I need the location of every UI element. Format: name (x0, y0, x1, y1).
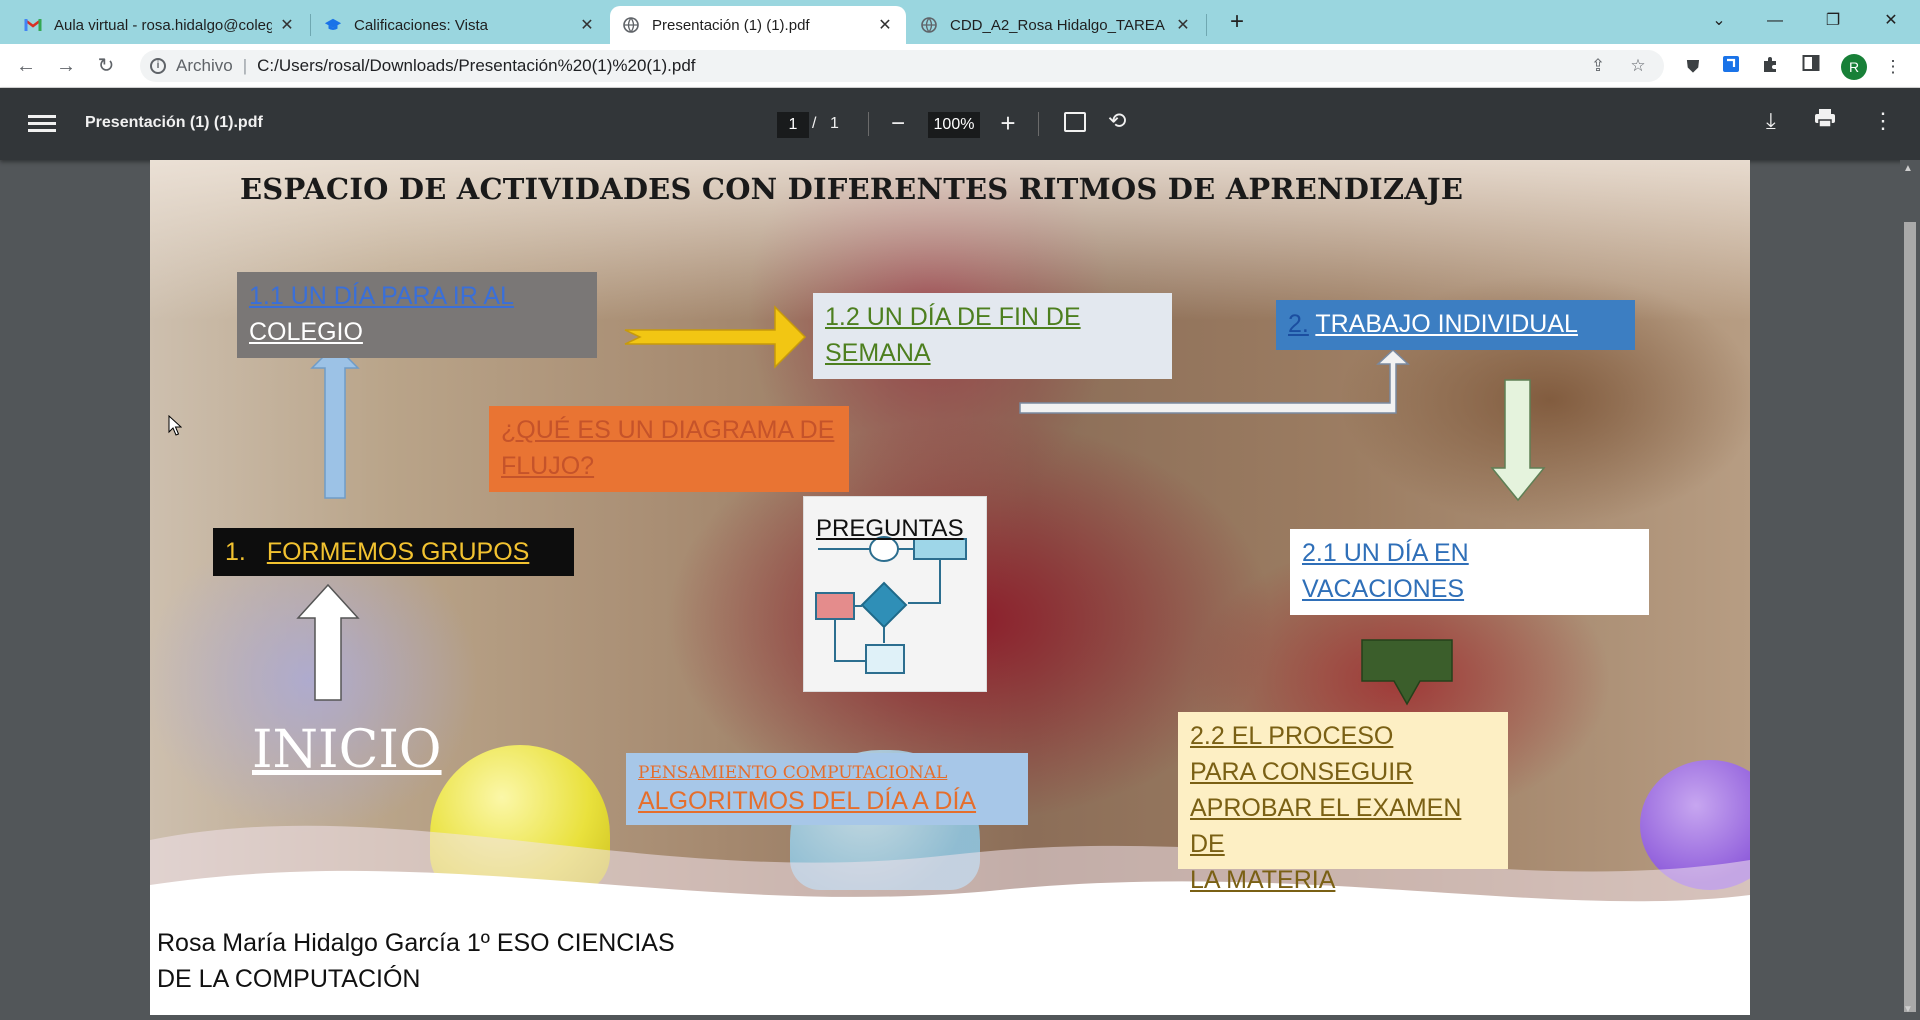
tab-calificaciones[interactable]: Calificaciones: Vista ✕ (312, 6, 608, 44)
link-pensamiento-computacional[interactable]: PENSAMIENTO COMPUTACIONAL (638, 759, 1016, 787)
link-diagrama-line1[interactable]: ¿QUÉ ES UN DIAGRAMA DE (501, 416, 834, 444)
page-number-input[interactable]: 1 (777, 112, 809, 138)
tab-strip: Aula virtual - rosa.hidalgo@coleg ✕ Cali… (0, 0, 1920, 44)
browser-menu-icon[interactable]: ⋮ (1880, 54, 1906, 80)
inicio-link[interactable]: INICIO (252, 720, 442, 780)
link-fin-semana-line1[interactable]: 1.2 UN DÍA DE FIN DE (825, 303, 1081, 331)
hamburger-menu-icon[interactable] (28, 112, 56, 136)
tab-label: Calificaciones: Vista (354, 16, 488, 34)
globe-icon (622, 16, 640, 34)
box-fin-de-semana[interactable]: 1.2 UN DÍA DE FIN DE SEMANA (813, 293, 1172, 379)
scrollbar-thumb[interactable] (1904, 222, 1916, 1012)
box-formemos-grupos[interactable]: 1. FORMEMOS GRUPOS (213, 528, 574, 576)
tab-presentacion-pdf[interactable]: Presentación (1) (1).pdf ✕ (610, 6, 906, 44)
scroll-down-icon[interactable]: ▼ (1903, 1004, 1913, 1015)
profile-avatar[interactable]: R (1841, 54, 1867, 80)
reload-icon[interactable]: ↻ (92, 52, 120, 80)
restore-icon[interactable]: ❐ (1810, 6, 1856, 36)
author-credit: Rosa María Hidalgo García 1º ESO CIENCIA… (157, 925, 675, 997)
box-algoritmos[interactable]: PENSAMIENTO COMPUTACIONAL ALGORITMOS DEL… (626, 753, 1028, 825)
back-icon[interactable]: ← (12, 52, 40, 80)
mouse-cursor-icon (168, 415, 182, 436)
link-dia-colegio-line2[interactable]: COLEGIO (249, 318, 363, 346)
box-dia-vacaciones[interactable]: 2.1 UN DÍA EN VACACIONES (1290, 529, 1649, 615)
download-icon[interactable]: ⤓ (1766, 108, 1776, 134)
page-total: 1 (830, 115, 839, 132)
url-text[interactable]: C:/Users/rosal/Downloads/Presentación%20… (257, 56, 695, 76)
pdf-page: ESPACIO DE ACTIVIDADES CON DIFERENTES RI… (150, 160, 1750, 1015)
divider (1038, 112, 1039, 136)
arrow-green-down (1490, 379, 1546, 502)
rotate-icon[interactable]: ⟲ (1108, 108, 1126, 134)
link-trabajo-individual[interactable]: TRABAJO INDIVIDUAL (1315, 310, 1578, 338)
share-icon[interactable]: ⇪ (1586, 54, 1610, 78)
box-diagrama-flujo[interactable]: ¿QUÉ ES UN DIAGRAMA DE FLUJO? (489, 406, 849, 492)
gmail-icon (24, 16, 42, 34)
address-toolbar: ← → ↻ i Archivo | C:/Users/rosal/Downloa… (0, 44, 1920, 88)
scheme-label: Archivo (176, 56, 233, 75)
print-icon[interactable] (1814, 108, 1836, 134)
preguntas-label[interactable]: PREGUNTAS (816, 515, 964, 543)
arrow-yellow-right (624, 305, 807, 369)
box-dia-colegio[interactable]: 1.1 UN DÍA PARA IR AL COLEGIO (237, 272, 597, 358)
author-line1: Rosa María Hidalgo García 1º ESO CIENCIA… (157, 929, 675, 957)
link-proceso-line2[interactable]: PARA CONSEGUIR (1190, 758, 1413, 786)
link-proceso-line1[interactable]: 2.2 EL PROCESO (1190, 722, 1393, 750)
info-icon[interactable]: i (150, 58, 166, 74)
link-formemos-grupos[interactable]: FORMEMOS GRUPOS (267, 538, 530, 566)
link-diagrama-line2[interactable]: FLUJO? (501, 452, 594, 480)
new-tab-button[interactable]: + (1222, 8, 1252, 38)
tab-label: Presentación (1) (1).pdf (652, 16, 810, 34)
window-close-icon[interactable]: ✕ (1868, 6, 1914, 36)
link-vacaciones-line1[interactable]: 2.1 UN DÍA EN (1302, 539, 1469, 567)
preguntas-card[interactable]: PREGUNTAS (803, 496, 987, 692)
box-proceso-examen[interactable]: 2.2 EL PROCESO PARA CONSEGUIR APROBAR EL… (1178, 712, 1508, 894)
tab-label: Aula virtual - rosa.hidalgo@coleg (54, 16, 272, 34)
fit-to-page-icon[interactable] (1064, 112, 1086, 132)
arrow-white-up (296, 583, 360, 701)
link-dia-colegio-line1[interactable]: 1.1 UN DÍA PARA IR AL (249, 282, 514, 310)
list-number: 1. (225, 538, 246, 566)
pdf-toolbar: Presentación (1) (1).pdf 1 / 1 − 100% + … (0, 88, 1920, 160)
extension-icon[interactable] (1718, 54, 1744, 80)
tab-divider (310, 14, 311, 36)
more-options-icon[interactable]: ⋮ (1872, 108, 1894, 134)
tab-aula-virtual[interactable]: Aula virtual - rosa.hidalgo@coleg ✕ (12, 6, 308, 44)
tab-divider (1206, 14, 1207, 36)
zoom-out-icon[interactable]: − (886, 110, 910, 138)
page-separator: / (812, 115, 817, 132)
forward-icon[interactable]: → (52, 52, 80, 80)
arrow-dark-green-down (1361, 639, 1453, 706)
close-icon[interactable]: ✕ (278, 15, 296, 35)
box-trabajo-individual[interactable]: 2. TRABAJO INDIVIDUAL (1276, 300, 1635, 350)
scroll-up-icon[interactable]: ▲ (1903, 163, 1913, 174)
address-bar[interactable]: i Archivo | C:/Users/rosal/Downloads/Pre… (140, 50, 1664, 82)
pdf-title: Presentación (1) (1).pdf (85, 114, 263, 131)
link-proceso-line4[interactable]: LA MATERIA (1190, 866, 1335, 894)
tab-label: CDD_A2_Rosa Hidalgo_TAREA 3 (950, 16, 1168, 34)
link-trabajo-num[interactable]: 2. (1288, 310, 1309, 338)
link-fin-semana-line2[interactable]: SEMANA (825, 339, 931, 367)
zoom-input[interactable]: 100% (928, 112, 980, 138)
minimize-icon[interactable]: — (1752, 6, 1798, 36)
shield-extension-icon[interactable]: ⛊ (1680, 54, 1706, 80)
author-line2: DE LA COMPUTACIÓN (157, 965, 421, 993)
puzzle-icon[interactable] (1758, 54, 1784, 80)
divider: | (242, 56, 248, 75)
link-algoritmos[interactable]: ALGORITMOS DEL DÍA A DÍA (638, 787, 1016, 815)
close-icon[interactable]: ✕ (578, 15, 596, 35)
arrow-blue-up (310, 343, 360, 499)
zoom-in-icon[interactable]: + (996, 108, 1020, 139)
close-icon[interactable]: ✕ (1174, 15, 1192, 35)
link-vacaciones-line2[interactable]: VACACIONES (1302, 575, 1464, 603)
bookmark-star-icon[interactable]: ☆ (1626, 54, 1650, 78)
classroom-icon (324, 16, 342, 34)
tab-cdd-tarea[interactable]: CDD_A2_Rosa Hidalgo_TAREA 3 ✕ (908, 6, 1204, 44)
globe-icon (920, 16, 938, 34)
tab-search-icon[interactable]: ⌄ (1696, 6, 1742, 36)
link-proceso-line3[interactable]: APROBAR EL EXAMEN DE (1190, 794, 1461, 858)
side-panel-icon[interactable] (1798, 54, 1824, 80)
divider (868, 112, 869, 136)
close-icon[interactable]: ✕ (876, 15, 894, 35)
